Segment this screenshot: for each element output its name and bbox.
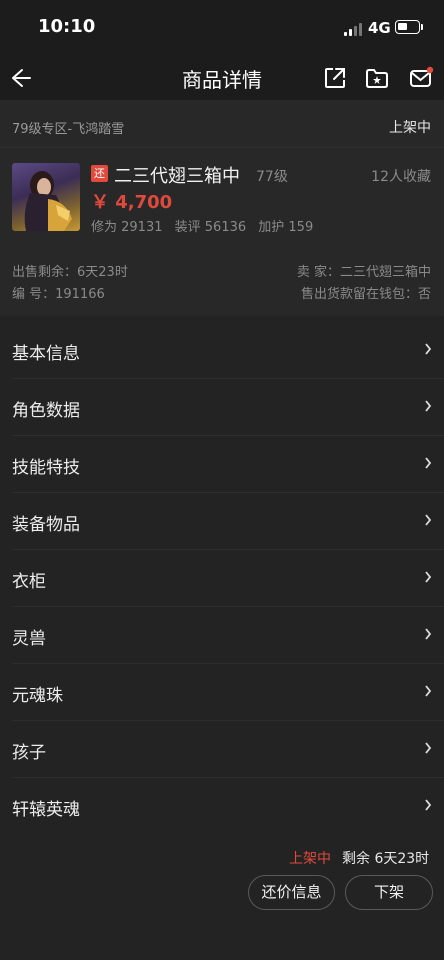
- favorites-count: 12人收藏: [371, 169, 431, 185]
- menu-item-pets[interactable]: 灵兽: [12, 607, 444, 664]
- stat-protection: 加护 159: [258, 220, 314, 235]
- chevron-right-icon: [425, 514, 432, 526]
- stat-gear-score: 装评 56136: [174, 220, 247, 235]
- counter-offer-info-button[interactable]: 还价信息: [248, 875, 335, 910]
- detail-menu: 基本信息 角色数据 技能特技 装备物品 衣柜 灵兽 元魂珠 孩子 轩辕英魂: [0, 322, 444, 835]
- menu-item-label: 衣柜: [12, 572, 46, 592]
- menu-item-label: 角色数据: [12, 401, 80, 421]
- listing-status: 上架中: [389, 120, 431, 136]
- status-time: 10:10: [38, 16, 96, 37]
- chevron-right-icon: [425, 685, 432, 697]
- menu-item-xuanyuan-souls[interactable]: 轩辕英魂: [12, 778, 444, 835]
- menu-item-label: 灵兽: [12, 629, 46, 649]
- chevron-right-icon: [425, 457, 432, 469]
- menu-item-equipment[interactable]: 装备物品: [12, 493, 444, 550]
- menu-item-skills[interactable]: 技能特技: [12, 436, 444, 493]
- share-icon[interactable]: [322, 65, 348, 91]
- footer-listing-status: 上架中: [289, 851, 331, 867]
- signal-icon: [344, 22, 364, 36]
- status-bar: 10:10 4G: [0, 0, 444, 56]
- wallet-setting: 售出货款留在钱包：否: [300, 287, 431, 302]
- zone-name: 79级专区-飞鸿踏雪: [12, 122, 125, 137]
- menu-item-character-data[interactable]: 角色数据: [12, 379, 444, 436]
- item-price: ￥ 4,700: [91, 192, 173, 213]
- chevron-right-icon: [425, 742, 432, 754]
- counter-offer-badge: 还: [91, 165, 108, 182]
- zone-row: 79级专区-飞鸿踏雪 上架中: [0, 100, 444, 148]
- menu-item-label: 轩辕英魂: [12, 800, 80, 820]
- menu-item-label: 装备物品: [12, 515, 80, 535]
- menu-item-label: 孩子: [12, 743, 46, 763]
- footer-time-remaining: 剩余 6天23时: [342, 851, 430, 867]
- chevron-right-icon: [425, 799, 432, 811]
- delist-button[interactable]: 下架: [345, 875, 433, 910]
- folder-icon[interactable]: [364, 65, 390, 91]
- menu-item-label: 技能特技: [12, 458, 80, 478]
- item-number: 编 号：191166: [12, 287, 105, 302]
- menu-item-soul-orbs[interactable]: 元魂珠: [12, 664, 444, 721]
- item-level: 77级: [256, 169, 288, 185]
- network-type: 4G: [368, 19, 391, 37]
- menu-item-label: 元魂珠: [12, 686, 63, 706]
- menu-item-basic-info[interactable]: 基本信息: [12, 322, 444, 379]
- character-avatar[interactable]: [12, 163, 80, 231]
- time-left: 出售剩余：6天23时: [12, 265, 128, 280]
- item-name: 二三代翅三箱中: [114, 166, 240, 187]
- chevron-right-icon: [425, 400, 432, 412]
- message-icon[interactable]: [408, 65, 434, 91]
- menu-item-children[interactable]: 孩子: [12, 721, 444, 778]
- chevron-right-icon: [425, 571, 432, 583]
- menu-item-label: 基本信息: [12, 344, 80, 364]
- nav-bar: 商品详情: [0, 56, 444, 100]
- battery-icon: [395, 20, 420, 34]
- item-stats: 修为 29131 装评 56136 加护 159: [91, 216, 321, 235]
- seller: 卖 家：二三代翅三箱中: [296, 265, 431, 280]
- chevron-right-icon: [425, 628, 432, 640]
- stat-cultivation: 修为 29131: [91, 220, 163, 235]
- item-card: 79级专区-飞鸿踏雪 上架中 还 二三代翅三箱中 77级 12人收藏 ￥ 4,7…: [0, 100, 444, 316]
- chevron-right-icon: [425, 343, 432, 355]
- menu-item-wardrobe[interactable]: 衣柜: [12, 550, 444, 607]
